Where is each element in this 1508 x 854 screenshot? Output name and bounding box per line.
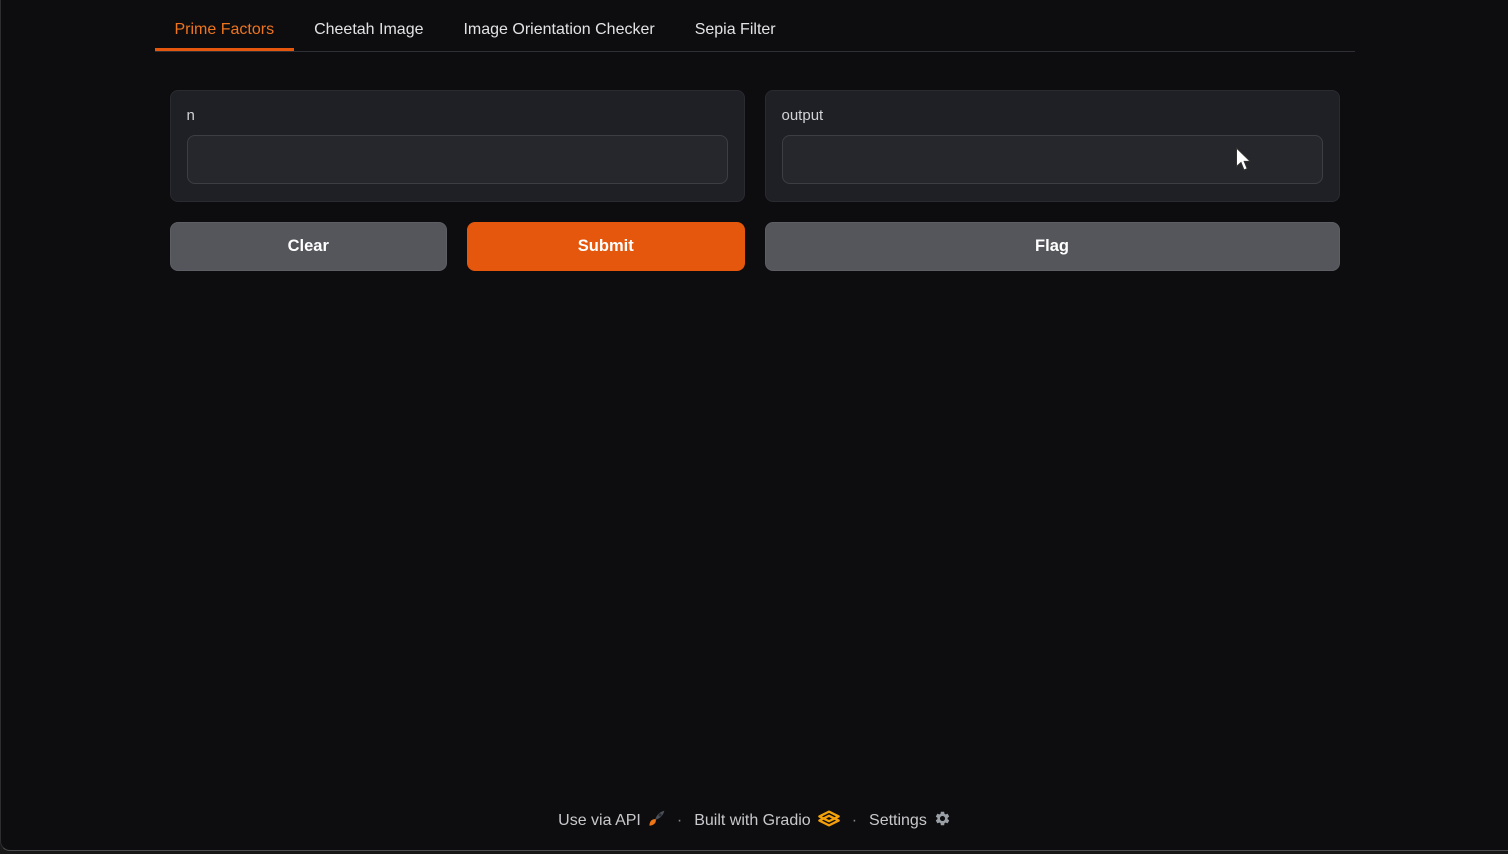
output-label: output	[782, 106, 1323, 126]
tab-sepia-filter[interactable]: Sepia Filter	[675, 10, 796, 51]
input-card-n: n	[170, 90, 745, 202]
output-card: output	[765, 90, 1340, 202]
footer-separator: ·	[677, 812, 682, 830]
tab-bar: Prime Factors Cheetah Image Image Orient…	[155, 10, 1355, 52]
built-with-gradio-label: Built with Gradio	[694, 812, 811, 830]
io-row: n output	[170, 90, 1340, 202]
gradio-logo-icon	[818, 810, 840, 832]
tab-cheetah-image[interactable]: Cheetah Image	[294, 10, 443, 51]
use-via-api-link[interactable]: Use via API	[558, 810, 665, 832]
tab-panel-prime-factors: n output Clear Submit	[155, 52, 1355, 271]
button-row: Clear Submit Flag	[170, 222, 1340, 271]
tab-image-orientation-checker[interactable]: Image Orientation Checker	[443, 10, 674, 51]
settings-link[interactable]: Settings	[869, 810, 951, 832]
gradio-app-window: Prime Factors Cheetah Image Image Orient…	[0, 0, 1508, 851]
app-container: Prime Factors Cheetah Image Image Orient…	[155, 0, 1355, 850]
input-label-n: n	[187, 106, 728, 126]
clear-button[interactable]: Clear	[170, 222, 448, 271]
submit-button[interactable]: Submit	[467, 222, 745, 271]
gear-icon	[934, 810, 951, 832]
tab-prime-factors[interactable]: Prime Factors	[155, 10, 295, 51]
flag-button[interactable]: Flag	[765, 222, 1340, 271]
output-field[interactable]	[782, 135, 1323, 184]
n-input[interactable]	[187, 135, 728, 184]
built-with-gradio-link[interactable]: Built with Gradio	[694, 810, 840, 832]
gradio-footer: Use via API · Built with Gradio	[155, 810, 1355, 850]
footer-separator: ·	[852, 812, 857, 830]
settings-label: Settings	[869, 812, 927, 830]
rocket-icon	[648, 810, 665, 832]
use-via-api-label: Use via API	[558, 812, 641, 830]
